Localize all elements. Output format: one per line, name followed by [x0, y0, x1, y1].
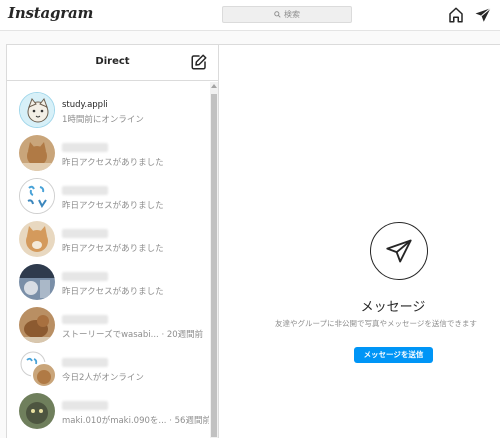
avatar: [19, 264, 55, 300]
conversation-item[interactable]: ストーリーズでwasabi... · 20週間前: [7, 307, 209, 350]
scrollbar-thumb[interactable]: [211, 94, 217, 437]
conversation-item[interactable]: study.appli 1時間前にオンライン: [7, 92, 209, 135]
conversation-name-redacted: [62, 186, 108, 195]
direct-header: Direct: [7, 45, 218, 81]
instagram-logo[interactable]: Instagram: [8, 4, 93, 22]
conversation-preview: maki.010がmaki.090を... · 56週間前: [62, 414, 209, 426]
conversation-status: 1時間前にオンライン: [62, 115, 144, 125]
conversation-status: 今日2人がオンライン: [62, 373, 144, 383]
search-input[interactable]: 検索: [222, 6, 352, 23]
avatar: [19, 178, 55, 214]
avatar: [19, 221, 55, 257]
message-pane: メッセージ 友達やグループに非公開で写真やメッセージを送信できます メッセージを…: [219, 45, 500, 438]
avatar: [19, 92, 55, 128]
empty-state-title: メッセージ: [360, 300, 426, 315]
conversation-name: study.appli: [62, 100, 108, 110]
direct-icon[interactable]: [474, 6, 492, 24]
conversation-name-redacted: [62, 143, 108, 152]
scroll-up-arrow-icon[interactable]: [211, 84, 217, 88]
conversation-sidebar: Direct study.appli 1時間前にオンライン 昨日アクセスがありま…: [7, 45, 219, 438]
direct-title: Direct: [95, 56, 130, 67]
send-message-button[interactable]: メッセージを送信: [354, 347, 433, 363]
conversation-status: 昨日アクセスがありました: [62, 158, 164, 168]
home-icon[interactable]: [447, 6, 465, 24]
conversation-name-redacted: [62, 315, 108, 324]
conversation-name-redacted: [62, 358, 108, 367]
conversation-status: 昨日アクセスがありました: [62, 201, 164, 211]
avatar: [19, 135, 55, 171]
conversation-time: 56週間前: [174, 416, 209, 426]
conversation-status: 昨日アクセスがありました: [62, 244, 164, 254]
top-navigation-bar: Instagram 検索: [0, 0, 500, 31]
compose-icon[interactable]: [190, 53, 208, 71]
conversation-scrollbar[interactable]: [210, 82, 218, 438]
conversation-name-redacted: [62, 401, 108, 410]
search-icon: [274, 11, 281, 18]
conversation-preview-text: maki.010がmaki.090を...: [62, 416, 167, 426]
direct-panel: Direct study.appli 1時間前にオンライン 昨日アクセスがありま…: [6, 44, 500, 438]
avatar: [19, 307, 55, 343]
conversation-preview: ストーリーズでwasabi... · 20週間前: [62, 328, 203, 340]
conversation-preview-text: ストーリーズでwasabi...: [62, 330, 159, 340]
empty-state-description: 友達やグループに非公開で写真やメッセージを送信できます: [275, 319, 477, 328]
conversation-name-redacted: [62, 272, 108, 281]
conversation-status: 昨日アクセスがありました: [62, 287, 164, 297]
search-placeholder: 検索: [284, 10, 300, 19]
conversation-time: 20週間前: [166, 330, 204, 340]
avatar: [19, 350, 57, 388]
conversation-item[interactable]: maki.010がmaki.090を... · 56週間前: [7, 393, 209, 436]
conversation-list: study.appli 1時間前にオンライン 昨日アクセスがありました 昨日アク…: [7, 82, 209, 438]
conversation-item[interactable]: 昨日アクセスがありました: [7, 135, 209, 178]
conversation-item[interactable]: 昨日アクセスがありました: [7, 264, 209, 307]
direct-message-icon: [370, 222, 428, 280]
conversation-item[interactable]: 昨日アクセスがありました: [7, 178, 209, 221]
conversation-item[interactable]: 昨日アクセスがありました: [7, 221, 209, 264]
avatar: [19, 393, 55, 429]
conversation-name-redacted: [62, 229, 108, 238]
conversation-item[interactable]: 今日2人がオンライン: [7, 350, 209, 393]
